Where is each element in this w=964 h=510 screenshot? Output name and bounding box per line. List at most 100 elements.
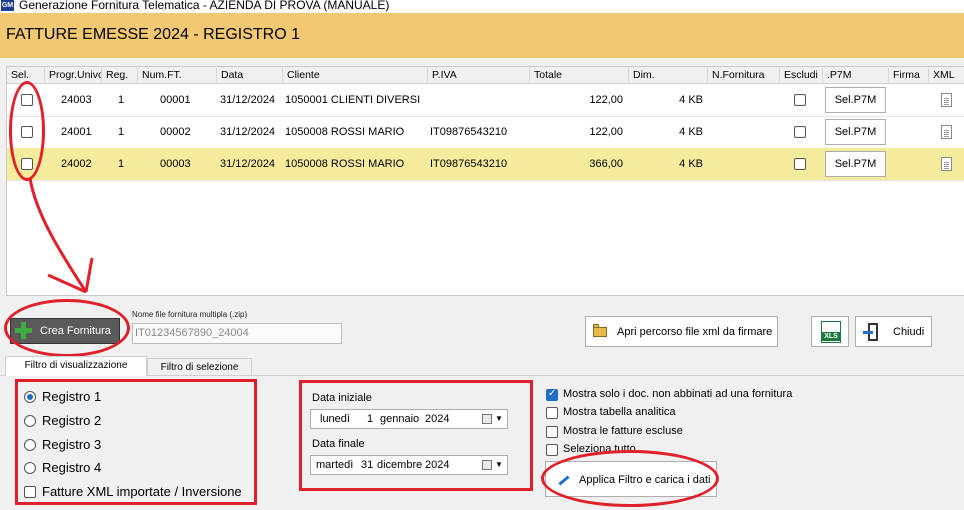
table-row[interactable]: 24002 1 00003 31/12/2024 1050008 ROSSI M… bbox=[7, 148, 964, 181]
cell-cliente: 1050008 ROSSI MARIO bbox=[285, 158, 405, 170]
registro-1-label: Registro 1 bbox=[42, 389, 102, 404]
data-finale-year: 2024 bbox=[425, 459, 450, 471]
seleziona-tutto-checkbox[interactable] bbox=[546, 444, 558, 456]
registro-4-label: Registro 4 bbox=[42, 460, 102, 475]
folder-icon bbox=[593, 324, 607, 337]
page-title: FATTURE EMESSE 2024 - REGISTRO 1 bbox=[6, 26, 300, 43]
data-finale-month: dicembre bbox=[377, 459, 423, 471]
cell-piva: IT09876543210 bbox=[430, 126, 508, 138]
chevron-down-icon[interactable]: ▼ bbox=[495, 410, 503, 428]
cell-cliente: 1050001 CLIENTI DIVERSI bbox=[285, 94, 421, 106]
mostra-non-abbinati-label: Mostra solo i doc. non abbinati ad una f… bbox=[563, 388, 793, 400]
cell-dim: 4 KB bbox=[679, 126, 703, 138]
col-progr[interactable]: Progr.Univo bbox=[45, 68, 102, 82]
grid-header: Sel. Progr.Univo Reg. Num.FT. Data Clien… bbox=[7, 67, 964, 84]
cell-reg: 1 bbox=[118, 126, 125, 138]
sel-p7m-button[interactable]: Sel.P7M bbox=[825, 119, 886, 145]
cell-totale: 122,00 bbox=[589, 126, 623, 138]
col-totale[interactable]: Totale bbox=[530, 68, 629, 82]
col-reg[interactable]: Reg. bbox=[102, 68, 138, 82]
app-icon: GM bbox=[1, 0, 14, 11]
apri-percorso-label: Apri percorso file xml da firmare bbox=[617, 326, 773, 338]
cell-dim: 4 KB bbox=[679, 94, 703, 106]
col-firma[interactable]: Firma bbox=[889, 68, 929, 82]
cell-progr: 24003 bbox=[61, 94, 92, 106]
col-nfornitura[interactable]: N.Fornitura bbox=[708, 68, 780, 82]
row-escludi-checkbox[interactable] bbox=[794, 158, 806, 170]
col-data[interactable]: Data bbox=[217, 68, 283, 82]
col-xml[interactable]: XML bbox=[929, 68, 964, 82]
export-xls-button[interactable]: XLS bbox=[811, 316, 849, 347]
data-finale-label: Data finale bbox=[312, 438, 365, 450]
calendar-icon[interactable] bbox=[482, 460, 492, 470]
data-iniziale-picker[interactable]: lunedì 1 gennaio 2024 ▼ bbox=[310, 409, 508, 429]
nome-file-label: Nome file fornitura multipla (.zip) bbox=[132, 310, 248, 319]
col-num[interactable]: Num.FT. bbox=[138, 68, 217, 82]
col-escludi[interactable]: Escludi bbox=[780, 68, 823, 82]
table-row[interactable]: 24001 1 00002 31/12/2024 1050008 ROSSI M… bbox=[7, 116, 964, 149]
row-select-checkbox[interactable] bbox=[21, 158, 33, 170]
registro-2-radio[interactable] bbox=[24, 415, 36, 427]
xml-file-icon[interactable] bbox=[941, 93, 952, 107]
tab-filtro-selezione[interactable]: Filtro di selezione bbox=[147, 358, 252, 376]
registro-1-radio[interactable] bbox=[24, 391, 36, 403]
chevron-down-icon[interactable]: ▼ bbox=[495, 456, 503, 474]
applica-filtro-button[interactable]: Applica Filtro e carica i dati bbox=[545, 461, 717, 497]
xls-icon: XLS bbox=[821, 321, 841, 343]
cell-totale: 122,00 bbox=[589, 94, 623, 106]
mostra-escluse-checkbox[interactable] bbox=[546, 426, 558, 438]
row-select-checkbox[interactable] bbox=[21, 126, 33, 138]
col-cliente[interactable]: Cliente bbox=[283, 68, 428, 82]
importate-label: Fatture XML importate / Inversione bbox=[42, 484, 242, 499]
data-iniziale-label: Data iniziale bbox=[312, 392, 372, 404]
data-finale-picker[interactable]: martedì 31 dicembre 2024 ▼ bbox=[310, 455, 508, 475]
pencil-icon bbox=[558, 475, 570, 486]
seleziona-tutto-label: Seleziona tutto bbox=[563, 443, 636, 455]
cell-data: 31/12/2024 bbox=[220, 158, 276, 170]
exit-icon bbox=[863, 323, 879, 341]
row-escludi-checkbox[interactable] bbox=[794, 94, 806, 106]
col-p7m[interactable]: .P7M bbox=[823, 68, 889, 82]
cell-progr: 24002 bbox=[61, 158, 92, 170]
title-bar: GM Generazione Fornitura Telematica - AZ… bbox=[0, 0, 964, 13]
applica-filtro-label: Applica Filtro e carica i dati bbox=[579, 474, 711, 486]
xml-file-icon[interactable] bbox=[941, 125, 952, 139]
calendar-icon[interactable] bbox=[482, 414, 492, 424]
col-piva[interactable]: P.IVA bbox=[428, 68, 530, 82]
cell-data: 31/12/2024 bbox=[220, 94, 276, 106]
page-header: FATTURE EMESSE 2024 - REGISTRO 1 bbox=[0, 13, 964, 58]
chiudi-label: Chiudi bbox=[893, 326, 925, 338]
mostra-tabella-analitica-checkbox[interactable] bbox=[546, 407, 558, 419]
registro-3-radio[interactable] bbox=[24, 439, 36, 451]
cell-num: 00001 bbox=[160, 94, 191, 106]
cell-progr: 24001 bbox=[61, 126, 92, 138]
data-finale-day: martedì bbox=[316, 459, 354, 471]
tab-filtro-visualizzazione[interactable]: Filtro di visualizzazione bbox=[5, 356, 147, 376]
table-row[interactable]: 24003 1 00001 31/12/2024 1050001 CLIENTI… bbox=[7, 84, 964, 117]
mostra-tabella-analitica-label: Mostra tabella analitica bbox=[563, 406, 676, 418]
sel-p7m-button[interactable]: Sel.P7M bbox=[825, 151, 886, 177]
crea-fornitura-button[interactable]: Crea Fornitura bbox=[10, 318, 120, 344]
registro-4-radio[interactable] bbox=[24, 462, 36, 474]
data-iniziale-day: lunedì bbox=[320, 413, 350, 425]
importate-checkbox[interactable] bbox=[24, 486, 36, 498]
invoice-grid: Sel. Progr.Univo Reg. Num.FT. Data Clien… bbox=[6, 66, 964, 296]
sel-p7m-button[interactable]: Sel.P7M bbox=[825, 87, 886, 113]
nome-file-field[interactable]: IT01234567890_24004 bbox=[132, 323, 342, 344]
row-select-checkbox[interactable] bbox=[21, 94, 33, 106]
cell-num: 00003 bbox=[160, 158, 191, 170]
xml-file-icon[interactable] bbox=[941, 157, 952, 171]
data-finale-num: 31 bbox=[361, 459, 374, 471]
apri-percorso-button[interactable]: Apri percorso file xml da firmare bbox=[585, 316, 778, 347]
col-sel[interactable]: Sel. bbox=[7, 68, 45, 82]
data-iniziale-month: gennaio bbox=[380, 413, 420, 425]
cell-reg: 1 bbox=[118, 158, 125, 170]
cell-cliente: 1050008 ROSSI MARIO bbox=[285, 126, 405, 138]
row-escludi-checkbox[interactable] bbox=[794, 126, 806, 138]
chiudi-button[interactable]: Chiudi bbox=[855, 316, 932, 347]
window-title: Generazione Fornitura Telematica - AZIEN… bbox=[19, 0, 390, 12]
col-dim[interactable]: Dim. bbox=[629, 68, 708, 82]
mostra-non-abbinati-checkbox[interactable] bbox=[546, 388, 558, 401]
registro-3-label: Registro 3 bbox=[42, 437, 102, 452]
cell-dim: 4 KB bbox=[679, 158, 703, 170]
